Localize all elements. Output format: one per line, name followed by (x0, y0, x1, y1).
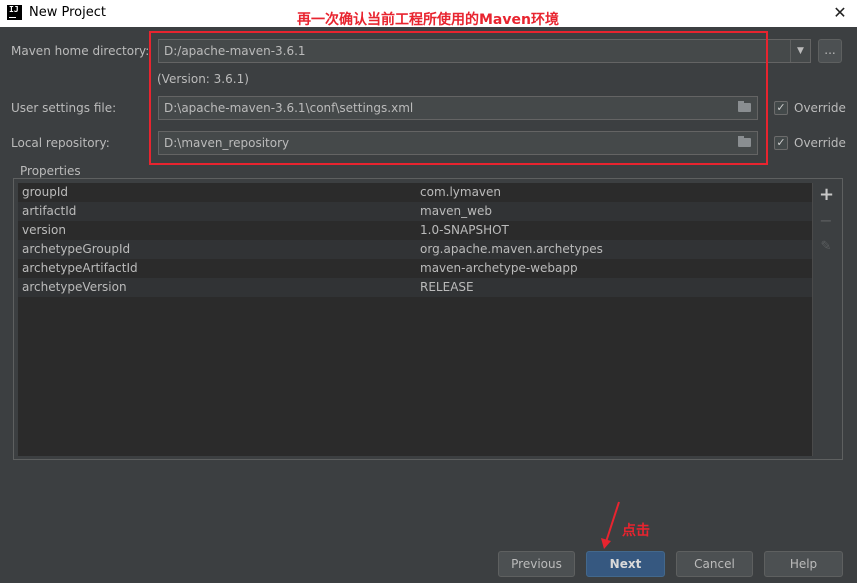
help-button[interactable]: Help (764, 551, 843, 577)
properties-table[interactable]: groupId com.lymaven artifactId maven_web… (18, 183, 813, 456)
annotation-arrow-icon (601, 501, 620, 549)
cancel-button[interactable]: Cancel (676, 551, 753, 577)
local-repo-override-checkbox[interactable]: ✓ (774, 136, 788, 150)
annotation-click-note: 点击 (622, 523, 650, 539)
property-key: version (22, 223, 66, 237)
remove-icon[interactable]: − (819, 213, 833, 229)
property-value: com.lymaven (420, 185, 502, 199)
user-settings-override-checkbox[interactable]: ✓ (774, 101, 788, 115)
properties-group-title: Properties (17, 164, 84, 178)
table-row[interactable]: archetypeVersion RELEASE (18, 278, 812, 297)
local-repo-value: D:\maven_repository (164, 136, 290, 150)
property-value: 1.0-SNAPSHOT (420, 223, 509, 237)
table-row[interactable]: version 1.0-SNAPSHOT (18, 221, 812, 240)
user-settings-field[interactable]: D:\apache-maven-3.6.1\conf\settings.xml (158, 96, 758, 120)
previous-button[interactable]: Previous (498, 551, 575, 577)
local-repo-override-label: Override (794, 136, 846, 150)
annotation-title-note: 再一次确认当前工程所使用的Maven环境 (297, 12, 559, 28)
table-row[interactable]: groupId com.lymaven (18, 183, 812, 202)
property-key: archetypeVersion (22, 280, 127, 294)
property-key: artifactId (22, 204, 77, 218)
user-settings-override-label: Override (794, 101, 846, 115)
property-key: archetypeGroupId (22, 242, 131, 256)
property-value: maven-archetype-webapp (420, 261, 578, 275)
intellij-app-icon: IJ (7, 5, 22, 20)
property-key: groupId (22, 185, 69, 199)
user-settings-label: User settings file: (11, 101, 117, 115)
table-row[interactable]: artifactId maven_web (18, 202, 812, 221)
user-settings-value: D:\apache-maven-3.6.1\conf\settings.xml (164, 101, 414, 115)
maven-home-label: Maven home directory: (11, 44, 150, 58)
property-key: archetypeArtifactId (22, 261, 138, 275)
add-icon[interactable]: + (819, 186, 834, 204)
property-value: org.apache.maven.archetypes (420, 242, 603, 256)
table-row[interactable]: archetypeArtifactId maven-archetype-weba… (18, 259, 812, 278)
maven-home-combo[interactable]: D:/apache-maven-3.6.1 ▼ (158, 39, 811, 63)
close-button[interactable]: ✕ (829, 3, 851, 23)
property-value: RELEASE (420, 280, 474, 294)
local-repo-field[interactable]: D:\maven_repository (158, 131, 758, 155)
property-value: maven_web (420, 204, 492, 218)
folder-icon[interactable] (738, 101, 751, 112)
properties-toolbar: + − ✎ (813, 183, 839, 456)
next-button[interactable]: Next (586, 551, 665, 577)
local-repo-label: Local repository: (11, 136, 110, 150)
table-row[interactable]: archetypeGroupId org.apache.maven.archet… (18, 240, 812, 259)
chevron-down-icon[interactable]: ▼ (790, 40, 810, 62)
window-title: New Project (29, 5, 106, 20)
folder-icon[interactable] (738, 136, 751, 147)
browse-maven-home-button[interactable]: ... (818, 39, 842, 63)
edit-icon[interactable]: ✎ (819, 240, 833, 254)
maven-version-text: (Version: 3.6.1) (157, 72, 249, 86)
maven-home-value: D:/apache-maven-3.6.1 (164, 44, 306, 58)
